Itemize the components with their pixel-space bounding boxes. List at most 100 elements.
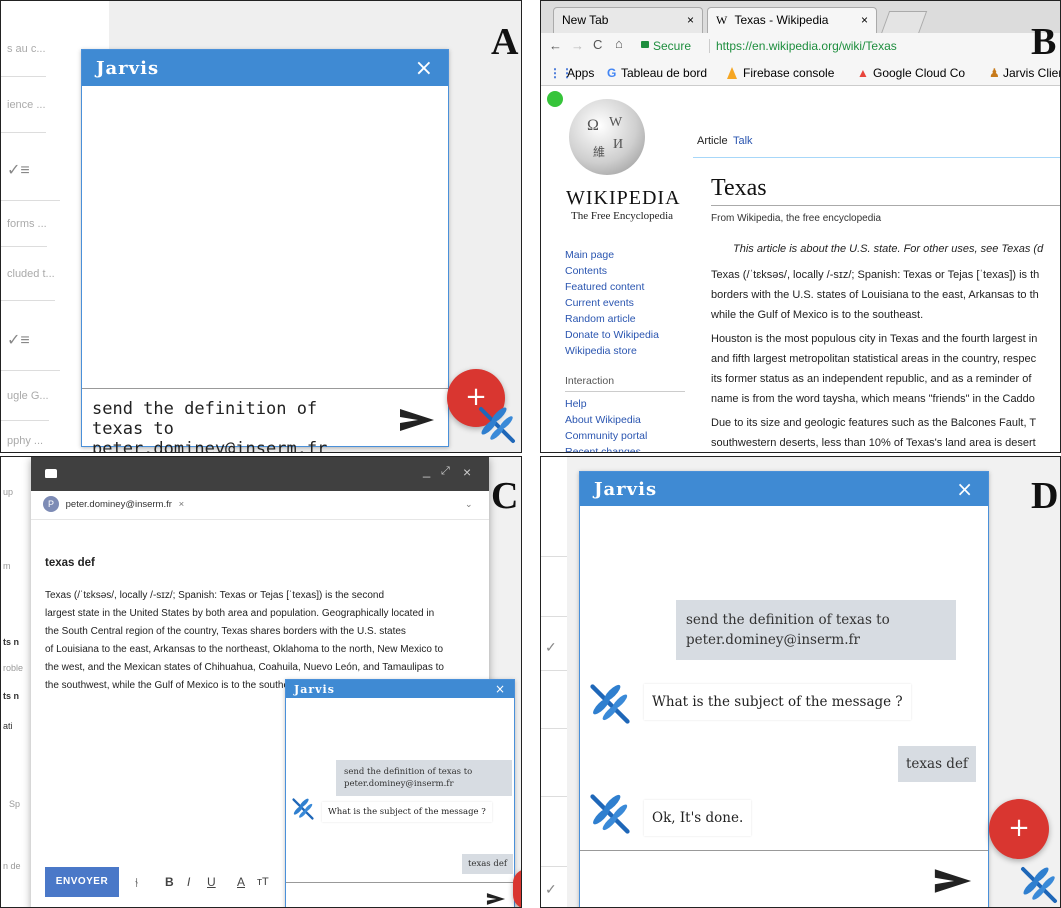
list-item: ience ... [1,77,46,133]
expand-icon[interactable]: ⤢ [441,465,450,478]
chat-input[interactable]: send the definition of texas to peter.do… [92,399,372,452]
user-message: texas def [462,854,513,874]
list-item: cluded t... [1,247,55,301]
user-message: send the definition of texas to peter.do… [336,760,512,796]
url-bar[interactable]: https://en.wikipedia.org/wiki/Texas [709,39,897,53]
underline-icon[interactable]: U [207,875,216,889]
user-message: texas def [898,746,976,782]
tab-texas-wikipedia[interactable]: W Texas - Wikipedia × [707,7,877,33]
envelope-icon [45,469,57,478]
sidebar-item-help[interactable]: Help [565,396,685,412]
chevron-down-icon[interactable]: ⌄ [465,499,473,510]
tab-new-tab[interactable]: New Tab × [553,7,703,33]
sidebar-item-about[interactable]: About Wikipedia [565,412,685,428]
list-item: Sp [9,799,21,809]
close-icon[interactable]: × [415,56,434,81]
paragraph-line: while the Gulf of Mexico is to the south… [711,309,924,321]
dragonfly-icon [590,684,630,724]
list-item: ts n [3,691,20,701]
send-button[interactable]: ENVOYER [45,867,119,897]
paragraph-line: name is from the word taysha, which mean… [711,393,1035,405]
home-icon[interactable]: ⌂ [615,36,623,51]
browser-toolbar: ← → C ⌂ Secure https://en.wikipedia.org/… [541,33,1060,62]
avatar: P [43,496,59,512]
secure-label: Secure [653,39,692,53]
panel-letter-d: D [1031,475,1059,517]
list-item: ✓ [541,627,567,671]
remove-recipient-icon[interactable]: × [179,499,185,510]
panel-b: B New Tab × W Texas - Wikipedia × ← → C … [540,0,1061,453]
sidebar-item-main-page[interactable]: Main page [565,247,685,263]
jarvis-chat-window: Jarvis × send the definition of texas to… [579,471,989,907]
article-title: Texas [711,175,767,201]
firebase-icon [727,67,737,79]
panel-a: A s au c... ience ... ✓≡ forms ... clude… [0,0,522,453]
panel-letter-c: C [491,475,519,517]
send-icon[interactable] [486,891,506,907]
back-icon[interactable]: ← [549,38,562,53]
tab-talk[interactable]: Talk [733,135,753,147]
italic-icon[interactable]: I [187,875,190,889]
send-icon[interactable] [934,865,972,897]
bookmark-firebase[interactable]: Firebase console [743,61,834,85]
tab-label: Texas - Wikipedia [734,13,829,27]
bookmarks-bar: ⋮⋮ Apps G Tableau de bord Firebase conso… [541,61,1060,86]
article-paragraph-2: Houston is the most populous city in Tex… [711,329,1037,409]
sidebar-item-community[interactable]: Community portal [565,428,685,444]
send-icon[interactable] [400,405,434,435]
font-size-icon[interactable]: тT [257,876,269,888]
done-all-icon: ✓≡ [7,332,30,349]
google-cloud-icon: ▲ [857,66,869,80]
wikipedia-globe-logo[interactable]: Ω W И 維 [569,99,645,175]
chat-input[interactable] [590,861,910,897]
close-icon[interactable]: × [495,682,506,696]
recipient-chip[interactable]: P peter.dominey@inserm.fr × [43,496,185,514]
done-all-icon: ✓ [545,881,557,897]
body-line: Texas (/ˈtɛksəs/, locally /-sɪz/; Spanis… [45,590,385,601]
close-icon[interactable]: × [463,464,471,480]
add-fab-button[interactable]: + [989,799,1049,859]
bookmark-tableau[interactable]: Tableau de bord [621,61,707,85]
add-fab-button[interactable] [513,869,521,907]
bold-icon[interactable]: B [165,875,174,889]
jarvis-chat-window: Jarvis × send the definition of texas to… [285,679,515,907]
minimize-icon[interactable]: _ [423,463,430,478]
reload-icon[interactable]: C [593,37,602,52]
paragraph-line: and fifth largest metropolitan statistic… [711,353,1037,365]
close-icon[interactable]: × [687,8,694,32]
list-item [541,817,567,867]
list-item: ✓≡ [1,141,60,201]
dragonfly-icon [590,794,630,834]
sidebar-item-random[interactable]: Random article [565,311,685,327]
subject-line[interactable]: texas def [45,557,95,569]
sidebar-item-current-events[interactable]: Current events [565,295,685,311]
user-message: send the definition of texas to peter.do… [676,600,956,660]
list-item: ✓ [541,867,567,907]
forward-icon[interactable]: → [571,38,584,53]
tab-article[interactable]: Article [697,135,728,147]
bookmark-apps[interactable]: Apps [567,61,594,85]
chat-input[interactable] [292,887,472,907]
jarvis-header: Jarvis × [580,472,988,506]
jarvis-header: Jarvis × [82,50,448,86]
bookmark-jarvis[interactable]: Jarvis Clien [1003,61,1060,85]
list-item: up [3,487,14,497]
close-icon[interactable]: × [861,8,868,32]
sidebar-item-store[interactable]: Wikipedia store [565,343,685,359]
recipient-row: P peter.dominey@inserm.fr × ⌄ [31,491,489,520]
list-item: ts n [3,637,20,647]
bot-message: Ok, It's done. [644,800,752,836]
new-tab-button[interactable] [880,11,928,34]
sidebar-item-donate[interactable]: Donate to Wikipedia [565,327,685,343]
bookmark-google-cloud[interactable]: Google Cloud Co [873,61,965,85]
text-color-icon[interactable]: A [237,875,245,889]
panel-letter-a: A [491,21,519,63]
sidebar-item-featured[interactable]: Featured content [565,279,685,295]
paragraph-line: southwestern deserts, less than 10% of T… [711,437,1036,449]
sidebar-item-recent-changes[interactable]: Recent changes [565,444,685,452]
list-item: roble [3,663,24,673]
title-rule [711,205,1060,206]
sidebar-item-contents[interactable]: Contents [565,263,685,279]
close-icon[interactable]: × [956,477,974,501]
attach-icon[interactable]: ⫮ [135,875,138,891]
